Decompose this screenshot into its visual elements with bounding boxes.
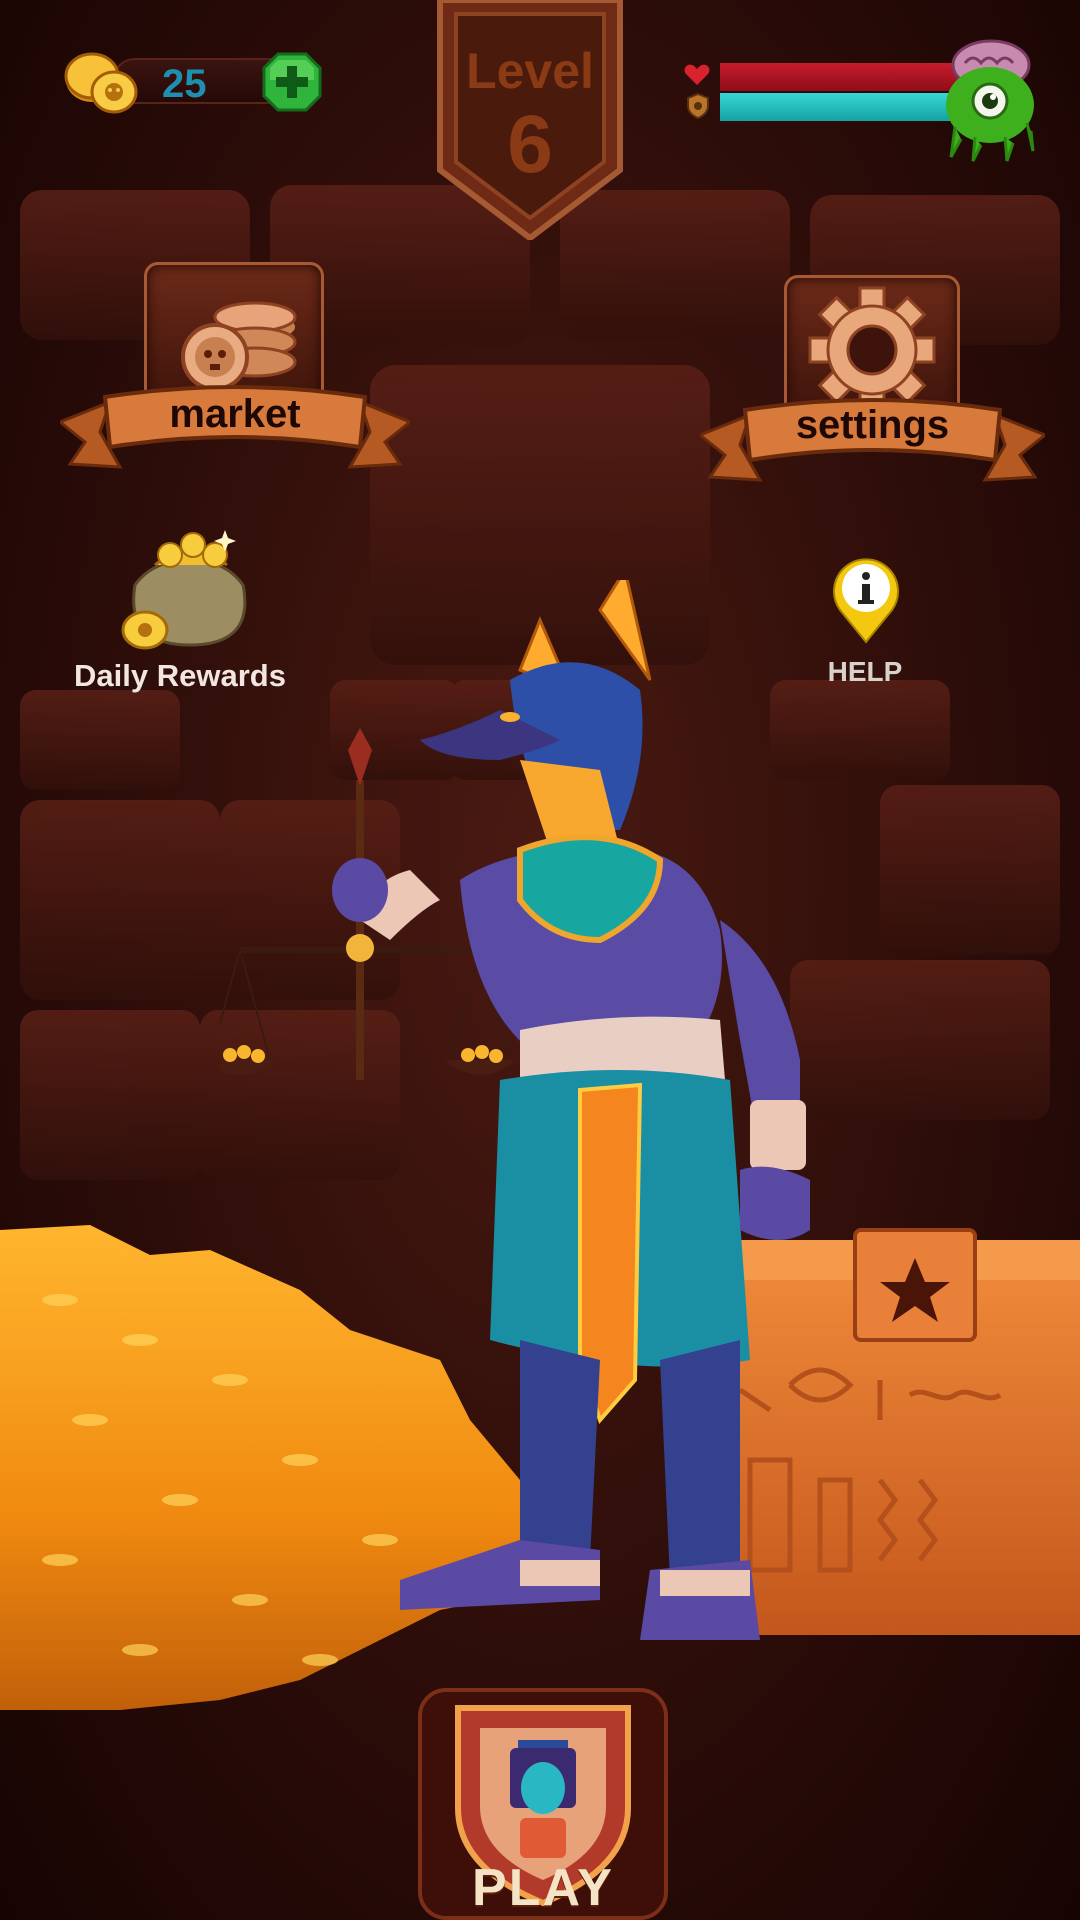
- player-stats: [680, 39, 1040, 165]
- play-button[interactable]: PLAY: [418, 1688, 668, 1920]
- add-coins-button[interactable]: [262, 52, 322, 112]
- green-monster-avatar[interactable]: [935, 35, 1045, 165]
- shield-bar: [720, 93, 960, 121]
- shield-icon: [687, 93, 709, 119]
- settings-label: settings: [795, 403, 950, 447]
- anubis-character: [220, 580, 810, 1640]
- health-bar: [720, 63, 960, 91]
- level-badge: Level 6: [430, 0, 630, 242]
- market-label: market: [169, 392, 301, 436]
- level-number: 6: [507, 99, 553, 190]
- level-label: Level: [466, 43, 594, 99]
- play-label: PLAY: [472, 1859, 614, 1917]
- heart-icon: [684, 64, 710, 85]
- game-main-screen: 25 Level 6 market settings Daily Rewards…: [0, 0, 1080, 1920]
- coin-stack-icon: [64, 52, 138, 114]
- settings-button[interactable]: settings: [700, 275, 1045, 495]
- market-button[interactable]: market: [60, 262, 410, 482]
- coin-counter: 25: [62, 50, 322, 114]
- coin-count: 25: [162, 62, 207, 106]
